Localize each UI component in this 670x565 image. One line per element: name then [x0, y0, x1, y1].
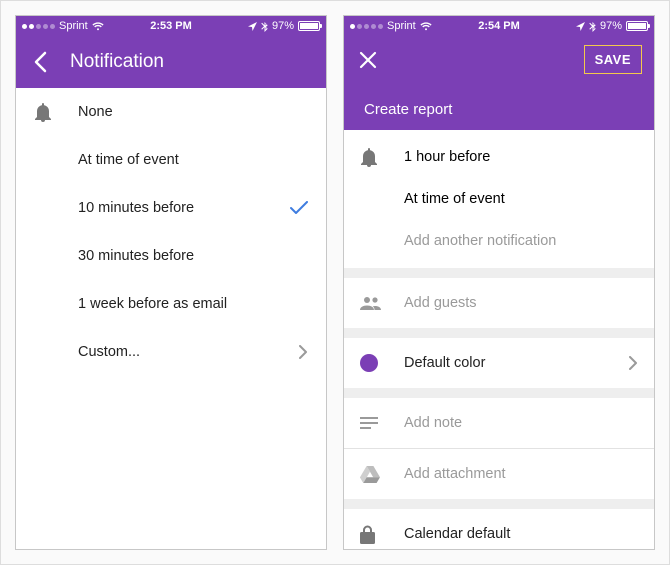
add-guests-row[interactable]: Add guests [344, 278, 654, 328]
notification-row[interactable]: At time of event [344, 178, 654, 220]
carrier-label: Sprint [59, 20, 88, 32]
status-bar: Sprint 2:54 PM 97% [344, 16, 654, 36]
bluetooth-icon [261, 21, 268, 32]
add-note-row[interactable]: Add note [344, 398, 654, 448]
option-label: 10 minutes before [78, 200, 278, 216]
bell-icon [34, 102, 78, 122]
lock-icon [360, 525, 404, 544]
notification-option-none[interactable]: None [16, 88, 326, 136]
note-icon [360, 417, 404, 429]
chevron-right-icon [278, 345, 308, 359]
add-notification-label: Add another notification [404, 233, 556, 249]
notification-option-custom[interactable]: Custom... [16, 328, 326, 376]
battery-icon [298, 21, 320, 31]
checkmark-icon [278, 201, 308, 215]
notification-row[interactable]: 1 hour before [344, 136, 654, 178]
battery-pct-label: 97% [272, 20, 294, 32]
header-bar: SAVE Create report [344, 36, 654, 130]
option-label: 30 minutes before [78, 248, 278, 264]
notification-option-10min[interactable]: 10 minutes before [16, 184, 326, 232]
color-dot-icon [360, 354, 404, 372]
bluetooth-icon [589, 21, 596, 32]
row-label: Add note [404, 415, 638, 431]
notification-option-at-time[interactable]: At time of event [16, 136, 326, 184]
notification-label: 1 hour before [404, 149, 490, 165]
phone-notification-picker: Sprint 2:53 PM 97% Notification [15, 15, 327, 550]
close-icon [359, 51, 377, 69]
header-bar: Notification [16, 36, 326, 88]
row-label: Add guests [404, 295, 638, 311]
bell-icon [360, 147, 404, 167]
back-button[interactable] [28, 50, 52, 74]
notification-option-30min[interactable]: 30 minutes before [16, 232, 326, 280]
phone-event-editor: Sprint 2:54 PM 97% SAVE Create report [343, 15, 655, 550]
color-row[interactable]: Default color [344, 338, 654, 388]
save-button[interactable]: SAVE [584, 45, 642, 74]
visibility-row[interactable]: Calendar default [344, 509, 654, 549]
status-bar: Sprint 2:53 PM 97% [16, 16, 326, 36]
page-title: Notification [70, 51, 164, 73]
drive-icon [360, 466, 404, 483]
close-button[interactable] [356, 48, 380, 72]
option-label: None [78, 104, 278, 120]
event-editor-body: 1 hour before At time of event Add anoth… [344, 130, 654, 549]
battery-icon [626, 21, 648, 31]
battery-pct-label: 97% [600, 20, 622, 32]
chevron-left-icon [33, 51, 47, 73]
carrier-label: Sprint [387, 20, 416, 32]
option-label: Custom... [78, 344, 278, 360]
wifi-icon [92, 22, 104, 31]
notification-label: At time of event [404, 191, 505, 207]
add-notification-row[interactable]: Add another notification [344, 220, 654, 262]
row-label: Add attachment [404, 466, 638, 482]
wifi-icon [420, 22, 432, 31]
notification-option-1week-email[interactable]: 1 week before as email [16, 280, 326, 328]
people-icon [360, 296, 404, 310]
chevron-right-icon [629, 356, 638, 370]
location-icon [576, 22, 585, 31]
row-label: Default color [404, 355, 629, 371]
signal-dots-icon [350, 24, 383, 29]
signal-dots-icon [22, 24, 55, 29]
location-icon [248, 22, 257, 31]
add-attachment-row[interactable]: Add attachment [344, 449, 654, 499]
option-label: At time of event [78, 152, 278, 168]
option-label: 1 week before as email [78, 296, 278, 312]
notifications-section: 1 hour before At time of event Add anoth… [344, 130, 654, 268]
notification-options-list: None At time of event 10 minutes before … [16, 88, 326, 549]
row-label: Calendar default [404, 526, 638, 542]
event-title[interactable]: Create report [344, 101, 654, 130]
